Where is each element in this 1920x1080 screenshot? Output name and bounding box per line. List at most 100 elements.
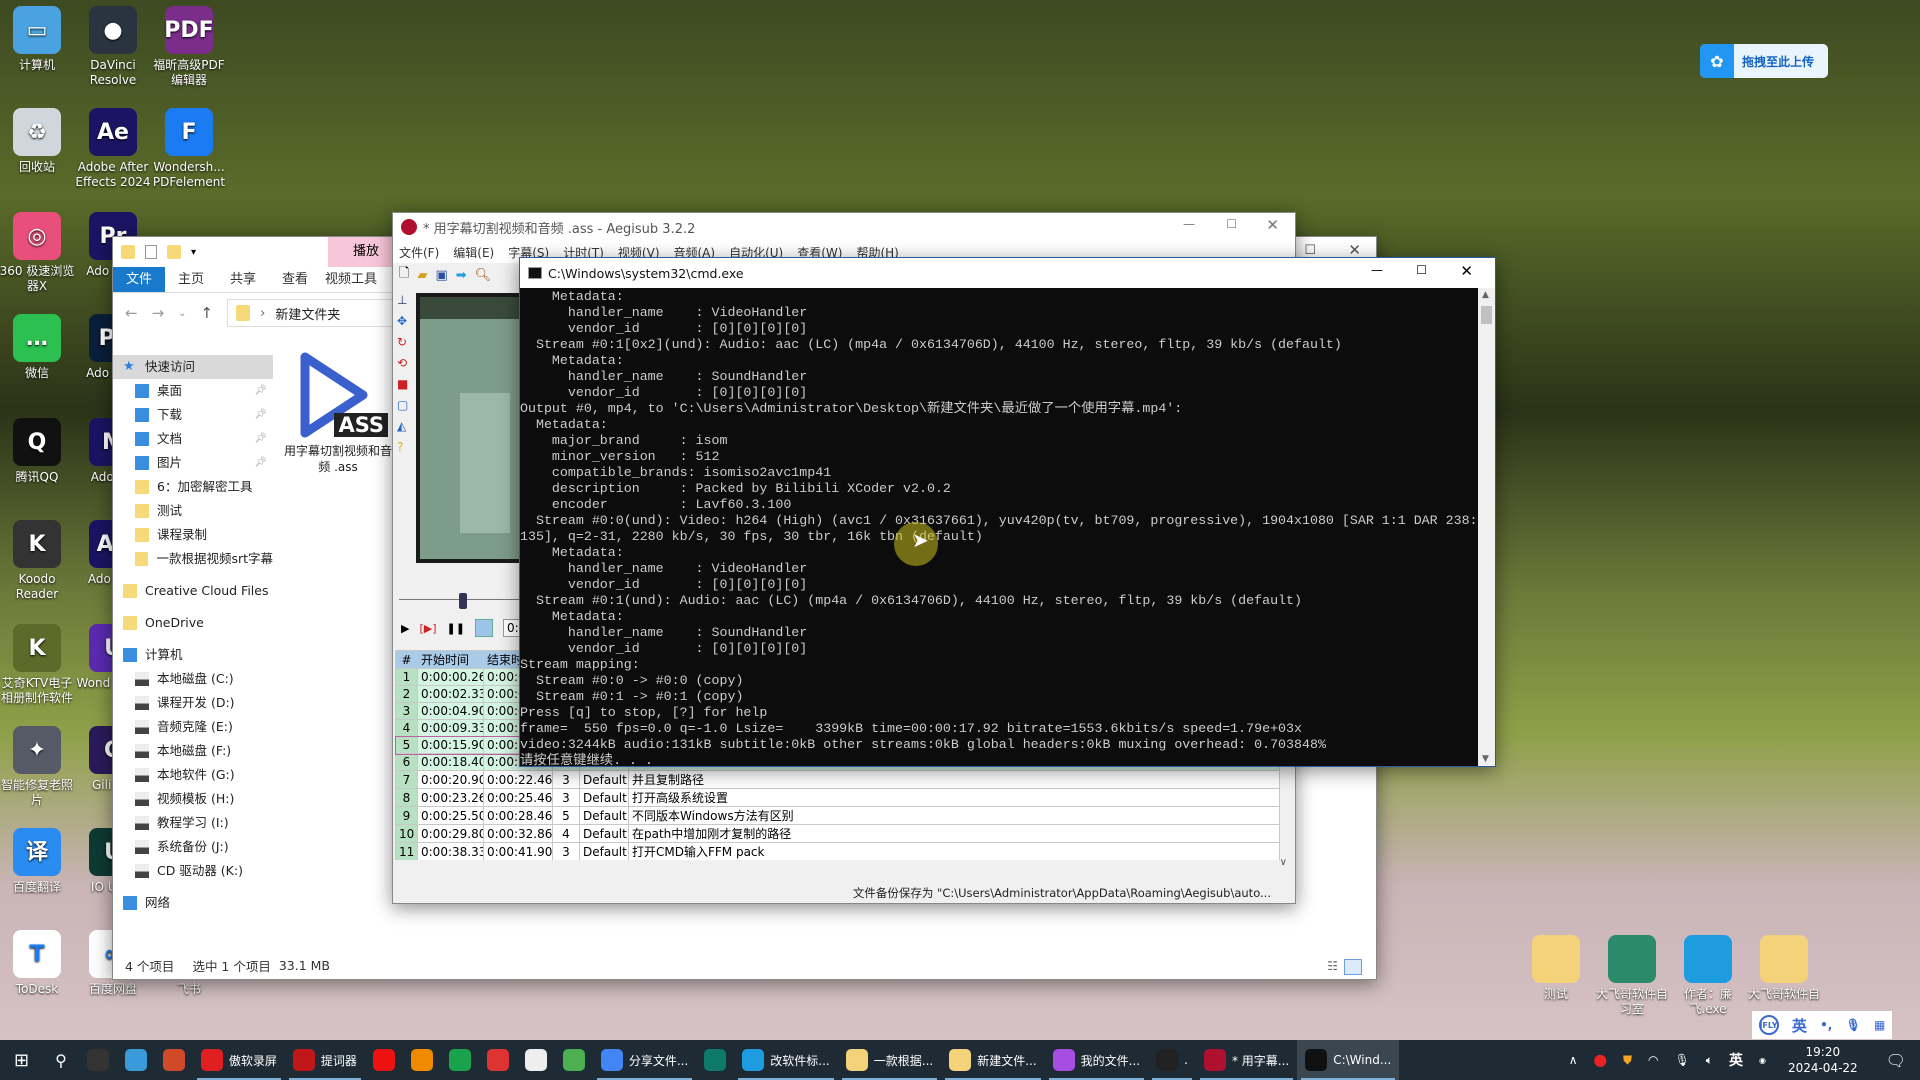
desktop-icon[interactable]: 作者：廉飞.exe (1668, 935, 1748, 1017)
desktop-icon[interactable]: K Koodo Reader (0, 520, 77, 602)
desktop-icon[interactable]: ▭ 计算机 (0, 6, 77, 73)
pin-icon[interactable]: 📌︎ (254, 451, 267, 475)
desktop-icon[interactable]: ◎ 360 极速浏览器X (0, 212, 77, 294)
desktop-icon[interactable]: 译百度翻译 (0, 828, 77, 895)
desktop-icon[interactable]: ✦ 智能修复老照片 (0, 726, 77, 808)
maximize-button[interactable]: ☐ (1226, 217, 1237, 231)
tray-overflow-icon[interactable]: ∧ (1561, 1040, 1586, 1080)
tray-record-icon[interactable]: ⬤ (1586, 1040, 1615, 1080)
minimize-button[interactable]: — (1371, 263, 1383, 277)
table-row[interactable]: 9 0:00:25.50 0:00:28.46 5 Default 不同版本Windows… (395, 806, 1280, 825)
pin-icon[interactable]: 📌︎ (254, 427, 267, 451)
desktop-icon[interactable]: K 艾奇KTV电子相册制作软件 (0, 624, 77, 706)
desktop-icon[interactable]: PDF 福昕高级PDF编辑器 (149, 6, 229, 88)
ime-lang-toggle[interactable]: 英 (1792, 1015, 1807, 1036)
nav-item[interactable]: 本地磁盘 (F:) (113, 739, 273, 763)
save-icon[interactable]: ▣ (435, 268, 447, 283)
nav-item[interactable]: 一款根据视频srt字幕 (113, 547, 273, 571)
open-file-icon[interactable]: ▰ (417, 268, 427, 283)
clock[interactable]: 19:20 2024-04-22 (1774, 1040, 1872, 1080)
taskbar-item[interactable]: 提词器 (285, 1040, 365, 1080)
scroll-thumb[interactable] (1481, 306, 1492, 324)
forward-button[interactable]: → (152, 304, 165, 322)
taskbar-item[interactable] (117, 1040, 155, 1080)
pin-icon[interactable]: 📌︎ (254, 379, 267, 403)
desktop-icon[interactable]: F Wondersh... PDFelement (149, 108, 229, 190)
volume-icon[interactable]: 🔈︎ (1698, 1040, 1721, 1080)
nav-item[interactable]: 本地软件 (G:) (113, 763, 273, 787)
taskbar-item[interactable] (365, 1040, 403, 1080)
details-view-button[interactable]: ☷ (1327, 959, 1338, 973)
taskbar-item[interactable]: . (1148, 1040, 1196, 1080)
nav-item[interactable]: 课程开发 (D:) (113, 691, 273, 715)
nav-item[interactable]: 音频克隆 (E:) (113, 715, 273, 739)
taskbar-item[interactable]: 分享文件... (593, 1040, 696, 1080)
ribbon-tab[interactable]: 主页 (165, 267, 217, 292)
console-output[interactable]: Metadata: handler_name : VideoHandler ve… (520, 288, 1478, 766)
scroll-down-icon[interactable]: ▼ (1482, 754, 1489, 764)
tray-security-icon[interactable]: ⛊ (1615, 1040, 1640, 1080)
nav-item[interactable]: 网络 (113, 891, 273, 915)
nav-item[interactable]: 课程录制 (113, 523, 273, 547)
ribbon-tab[interactable]: 文件 (113, 267, 165, 292)
vector-clip-icon[interactable]: ◭ (397, 419, 417, 433)
desktop-icon[interactable]: 大飞哥软件自 (1744, 935, 1824, 1002)
table-row[interactable]: 11 0:00:38.33 0:00:41.90 3 Default 打开CMD输入FFM… (395, 842, 1280, 860)
new-file-icon[interactable]: 🗋 (399, 264, 409, 286)
ifly-logo[interactable]: iFLY (1758, 1015, 1779, 1035)
taskbar-item[interactable] (155, 1040, 193, 1080)
pin-icon[interactable]: 📌︎ (254, 403, 267, 427)
column-header[interactable]: # (395, 650, 418, 669)
punctuation-icon[interactable]: •, (1820, 1018, 1832, 1032)
table-row[interactable]: 7 0:00:20.90 0:00:22.46 3 Default 并且复制路径 (395, 770, 1280, 789)
notification-icon[interactable]: 🗨︎ (1872, 1040, 1920, 1080)
desktop-icon[interactable]: 测试 (1516, 935, 1596, 1002)
desktop-icon[interactable]: ● DaVinci Resolve (73, 6, 153, 88)
standard-tool-icon[interactable]: ⊥ (397, 293, 417, 307)
taskbar-item[interactable]: * 用字幕... (1196, 1040, 1297, 1080)
apps-grid-icon[interactable]: ▦ (1874, 1018, 1885, 1032)
video-seek-slider[interactable] (399, 593, 519, 609)
nav-item[interactable]: 下载 📌︎ (113, 403, 273, 427)
recent-dropdown[interactable]: ⌄ (178, 308, 186, 319)
desktop-icon[interactable]: Ae Adobe After Effects 2024 (73, 108, 153, 190)
minimize-button[interactable]: — (1183, 217, 1195, 231)
nav-item[interactable]: 教程学习 (I:) (113, 811, 273, 835)
jump-icon[interactable]: ➡ (456, 268, 467, 283)
back-button[interactable]: ← (125, 304, 138, 322)
taskbar-item[interactable] (441, 1040, 479, 1080)
table-row[interactable]: 10 0:00:29.80 0:00:32.86 4 Default 在path中增加刚才… (395, 824, 1280, 843)
taskbar-item[interactable] (555, 1040, 593, 1080)
large-icons-view-button[interactable] (1344, 959, 1362, 975)
nav-item[interactable]: 本地磁盘 (C:) (113, 667, 273, 691)
scale-tool-icon[interactable]: ■ (397, 377, 417, 391)
seek-thumb[interactable] (459, 593, 467, 609)
rotate-z-icon[interactable]: ↻ (397, 335, 417, 349)
new-folder-icon[interactable] (167, 245, 181, 259)
desktop-icon[interactable]: T ToDesk (0, 930, 77, 997)
scroll-up-icon[interactable]: ▲ (1482, 290, 1489, 300)
autoscroll-toggle[interactable] (474, 619, 493, 637)
nav-item[interactable]: 系统备份 (J:) (113, 835, 273, 859)
menu-item[interactable]: 文件(F) (399, 244, 439, 261)
column-header[interactable]: 开始时间 (417, 650, 484, 669)
maximize-button[interactable]: ☐ (1416, 263, 1427, 277)
up-button[interactable]: ↑ (201, 304, 214, 322)
search-button[interactable]: ⚲ (43, 1040, 79, 1080)
wifi-icon[interactable]: ◠ (1640, 1040, 1666, 1080)
tray-ifly-icon[interactable]: ◉ (1751, 1040, 1774, 1080)
play-line-icon[interactable]: [▶] (419, 622, 436, 635)
desktop-icon[interactable]: 大飞哥软件自习室 (1592, 935, 1672, 1017)
taskbar-item[interactable] (479, 1040, 517, 1080)
tray-mic-icon[interactable]: 🎙︎ (1667, 1040, 1698, 1080)
close-button[interactable]: ✕ (1460, 262, 1473, 280)
help-icon[interactable]: ? (397, 440, 417, 454)
grid-scroll-down-icon[interactable]: ∨ (1280, 857, 1287, 868)
start-button[interactable]: ⊞ (0, 1040, 43, 1080)
desktop-icon[interactable]: … 微信 (0, 314, 77, 381)
taskbar-item[interactable] (517, 1040, 555, 1080)
microphone-icon[interactable]: 🎙︎ (1846, 1018, 1861, 1032)
close-button[interactable]: ✕ (1266, 216, 1279, 234)
drag-tool-icon[interactable]: ✥ (397, 314, 417, 328)
ribbon-tab[interactable]: 共享 (217, 267, 269, 292)
